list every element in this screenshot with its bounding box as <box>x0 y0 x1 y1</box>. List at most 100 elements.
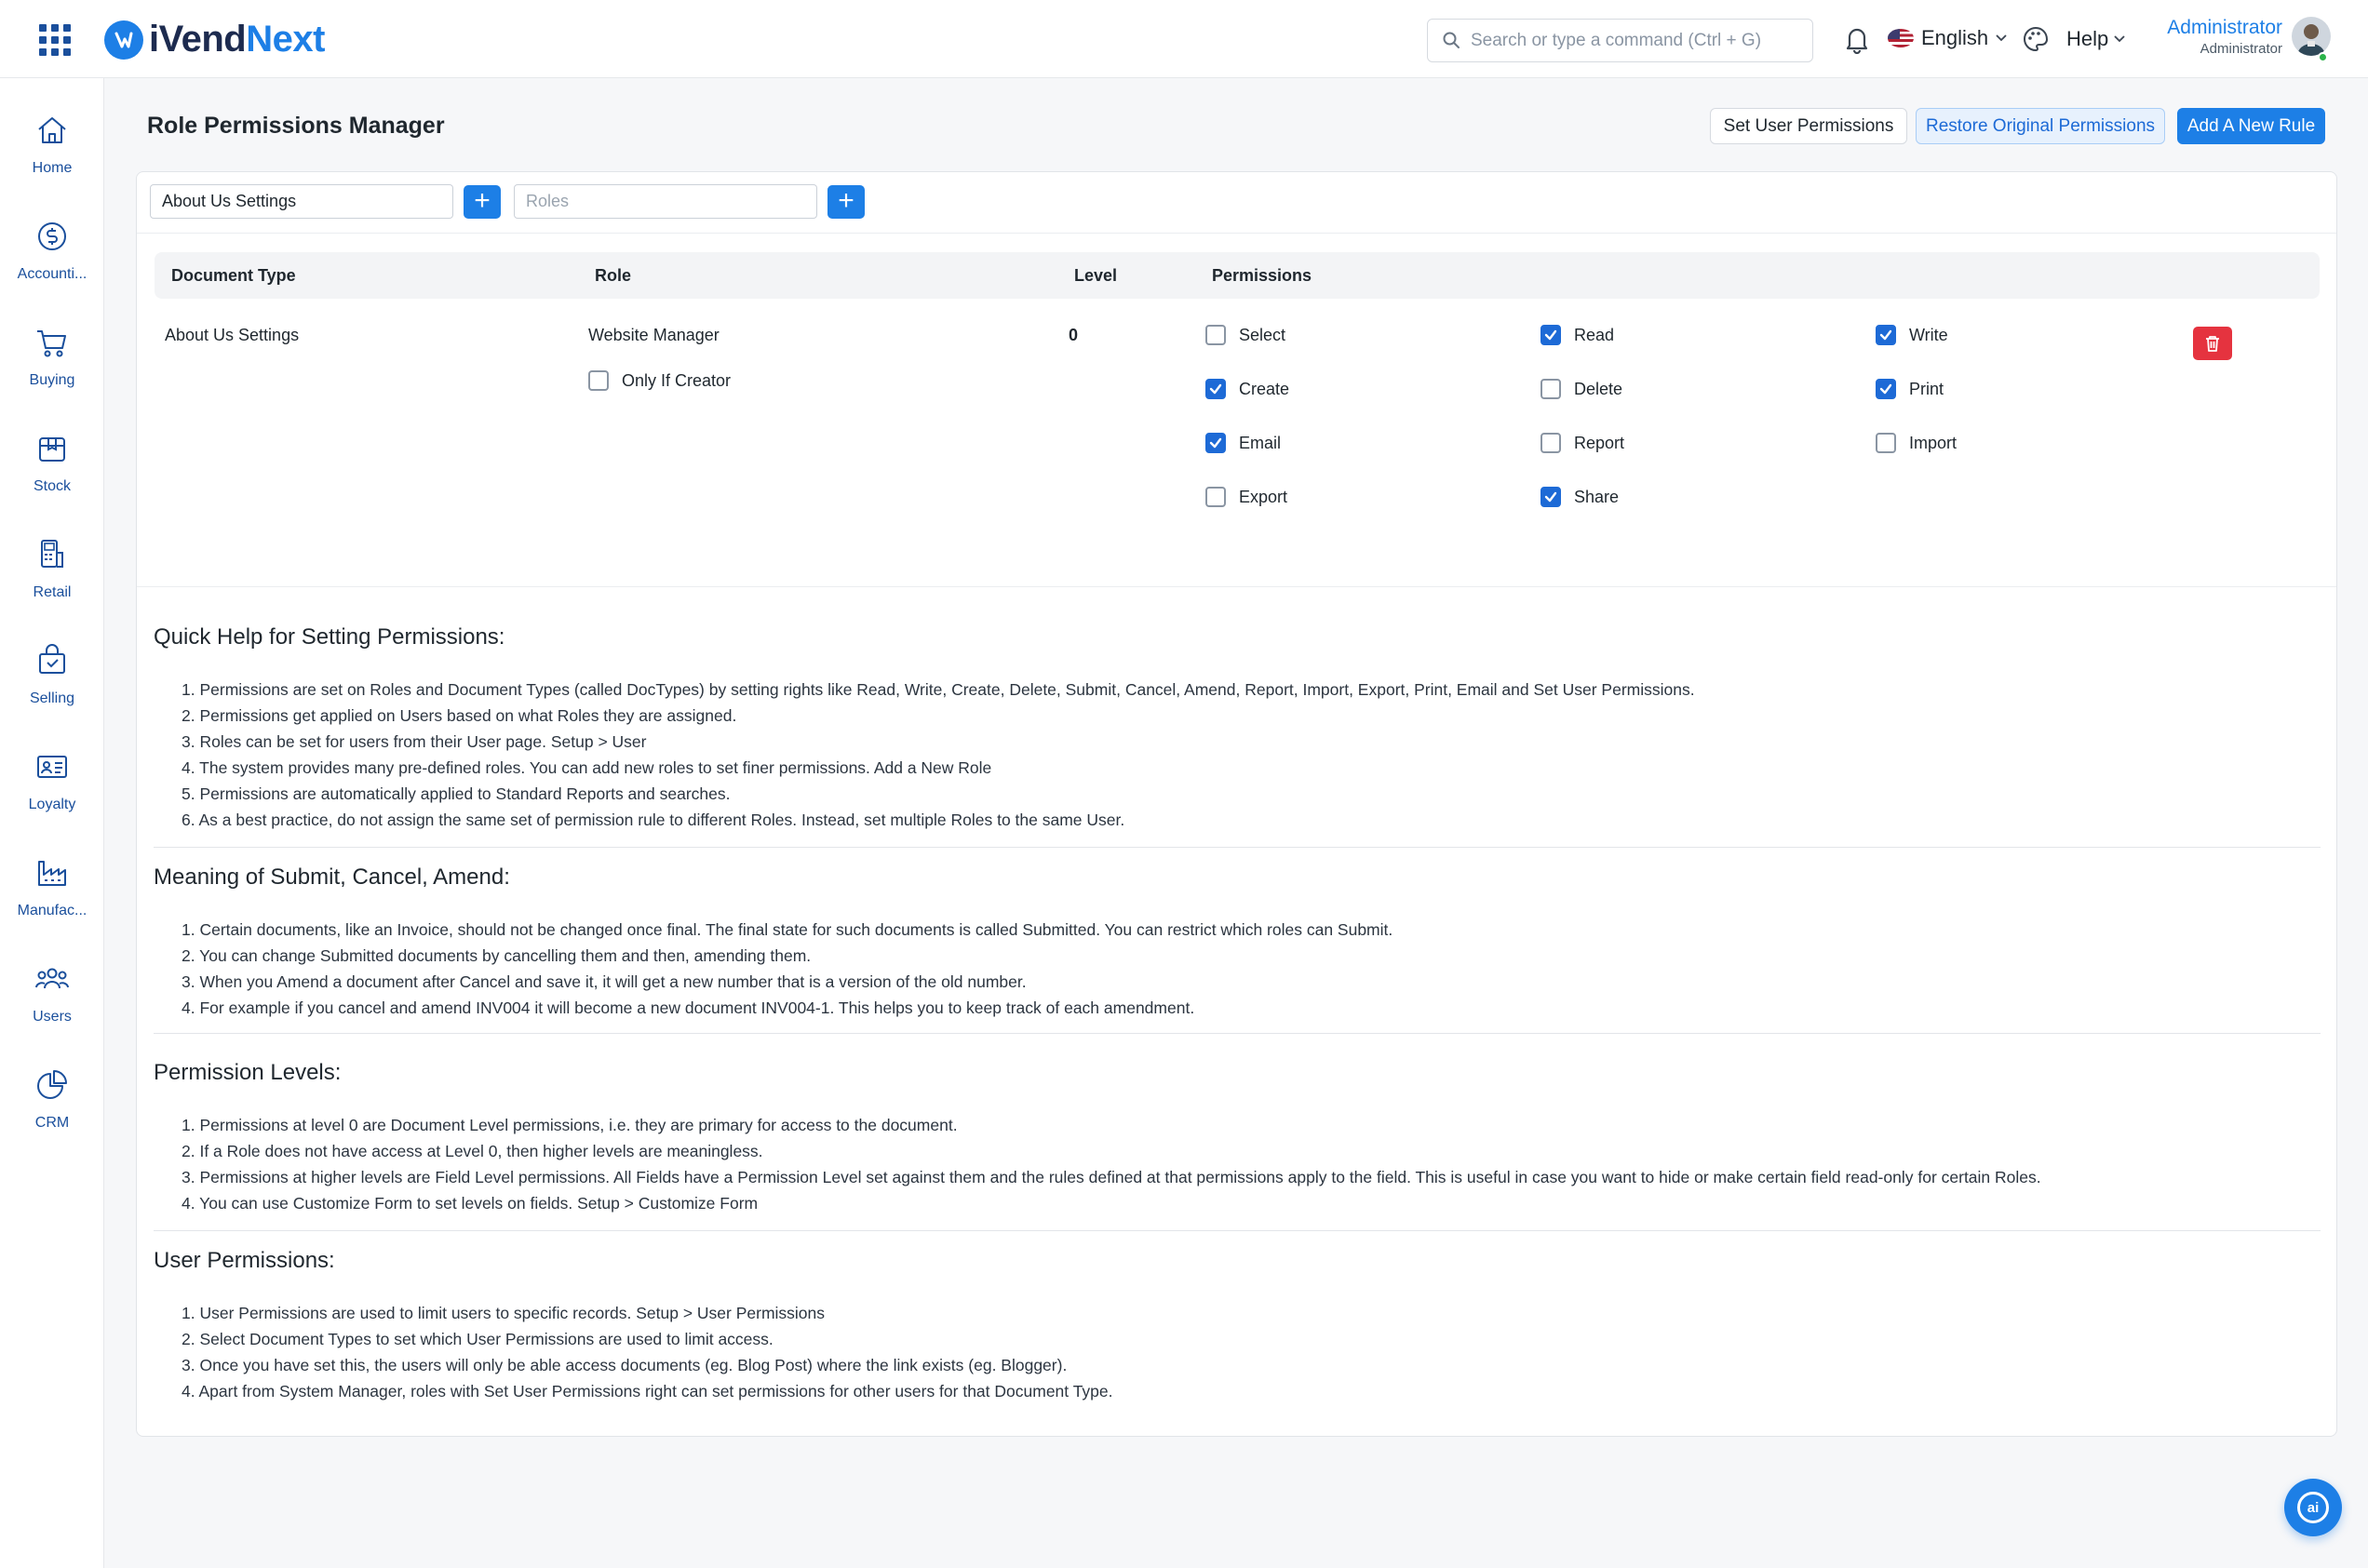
section-divider <box>154 1230 2321 1231</box>
trash-icon <box>2206 336 2219 352</box>
sidebar-item-label: Loyalty <box>28 797 76 812</box>
logo-text-right: Next <box>246 19 325 60</box>
add-new-rule-button[interactable]: Add A New Rule <box>2177 108 2325 144</box>
user-name: Administrator <box>2167 17 2282 38</box>
help-list: 1. Permissions are set on Roles and Docu… <box>154 677 2321 833</box>
permission-checkbox-email[interactable]: Email <box>1205 433 1281 453</box>
pos-icon <box>41 540 63 568</box>
help-list-item: 2. If a Role does not have access at Lev… <box>182 1142 763 1160</box>
sidebar-item-buying[interactable]: Buying <box>0 324 104 417</box>
help-list-item: 3. Once you have set this, the users wil… <box>182 1356 1068 1374</box>
help-list: 1. User Permissions are used to limit us… <box>154 1300 2321 1404</box>
permission-checkbox-print[interactable]: Print <box>1876 379 1944 399</box>
permission-label: Report <box>1574 433 1625 452</box>
avatar[interactable] <box>2292 17 2331 56</box>
sidebar-item-label: Manufac... <box>17 903 87 918</box>
restore-original-permissions-button[interactable]: Restore Original Permissions <box>1916 108 2165 144</box>
sidebar-item-selling[interactable]: Selling <box>0 642 104 735</box>
permission-checkbox-report[interactable]: Report <box>1541 433 1624 453</box>
permission-checkbox-share[interactable]: Share <box>1541 487 1619 507</box>
help-section-title: Meaning of Submit, Cancel, Amend: <box>154 864 510 890</box>
permission-checkbox-import[interactable]: Import <box>1876 433 1957 453</box>
permission-label: Read <box>1574 325 1615 344</box>
home-icon <box>38 117 66 143</box>
section-divider <box>154 1033 2321 1034</box>
sidebar-item-retail[interactable]: Retail <box>0 536 104 629</box>
id-card-icon <box>37 756 67 778</box>
permission-label: Email <box>1239 433 1282 452</box>
ai-icon: ai <box>2297 1492 2329 1523</box>
delete-rule-button[interactable] <box>2193 327 2232 360</box>
search-bar[interactable]: Search or type a command (Ctrl + G) <box>1427 19 1813 62</box>
sidebar-item-manufacturing[interactable]: Manufac... <box>0 854 104 947</box>
help-list-item: 1. User Permissions are used to limit us… <box>182 1304 826 1322</box>
pie-chart-icon <box>37 1070 67 1099</box>
notification-bell-icon[interactable] <box>1843 24 1871 54</box>
help-section: Meaning of Submit, Cancel, Amend: 1. Cert… <box>154 864 2321 1021</box>
permission-checkbox-export[interactable]: Export <box>1205 487 1287 507</box>
users-icon <box>35 968 69 989</box>
permission-label: Share <box>1574 487 1620 506</box>
apps-grid-icon[interactable] <box>39 24 71 56</box>
add-role-button[interactable]: + <box>827 185 865 219</box>
help-section: User Permissions: 1. User Permissions are… <box>154 1248 2321 1404</box>
document-type-filter-input[interactable] <box>150 184 453 219</box>
row-role: Website Manager <box>588 326 720 344</box>
filter-bar: + + <box>137 172 2336 234</box>
sidebar-item-label: CRM <box>34 1115 70 1131</box>
ai-assistant-button[interactable]: ai <box>2284 1479 2342 1536</box>
row-divider <box>137 586 2336 587</box>
permission-checkbox-delete[interactable]: Delete <box>1541 379 1622 399</box>
sidebar-item-crm[interactable]: CRM <box>0 1066 104 1159</box>
sidebar-item-label: Selling <box>29 690 75 706</box>
sidebar-item-home[interactable]: Home <box>0 112 104 205</box>
column-header-document-type: Document Type <box>171 266 296 285</box>
permission-checkbox-create[interactable]: Create <box>1205 379 1289 399</box>
online-status-indicator <box>2318 52 2328 62</box>
sidebar-item-stock[interactable]: Stock <box>0 430 104 523</box>
checkbox-box <box>1541 379 1561 399</box>
app-logo[interactable]: iVendNext <box>104 19 325 60</box>
only-if-creator-checkbox[interactable]: Only If Creator <box>588 370 731 391</box>
help-menu[interactable]: Help <box>2066 27 2125 51</box>
search-icon <box>1443 32 1460 48</box>
logo-text-left: iVend <box>149 19 247 60</box>
add-document-type-button[interactable]: + <box>464 185 501 219</box>
us-flag-icon <box>1888 29 1914 47</box>
user-menu[interactable]: Administrator Administrator <box>2150 17 2282 57</box>
permission-checkbox-read[interactable]: Read <box>1541 325 1614 345</box>
checkbox-box <box>1876 433 1896 453</box>
roles-filter-input[interactable] <box>514 184 817 219</box>
sidebar-item-loyalty[interactable]: Loyalty <box>0 748 104 841</box>
bag-icon <box>39 644 65 674</box>
help-list-item: 1. Permissions at level 0 are Document L… <box>182 1116 958 1134</box>
help-list-item: 1. Certain documents, like an Invoice, s… <box>182 920 1393 939</box>
page-title: Role Permissions Manager <box>147 113 445 139</box>
help-label: Help <box>2066 27 2109 50</box>
sidebar-item-users[interactable]: Users <box>0 960 104 1053</box>
help-list: 1. Certain documents, like an Invoice, s… <box>154 917 2321 1021</box>
language-label: English <box>1921 26 1989 49</box>
theme-palette-icon[interactable] <box>2022 25 2050 53</box>
language-selector[interactable]: English <box>1888 26 2007 50</box>
search-placeholder: Search or type a command (Ctrl + G) <box>1471 30 1762 50</box>
permission-label: Export <box>1239 487 1288 506</box>
column-header-level: Level <box>1074 266 1118 285</box>
help-list-item: 3. Roles can be set for users from their… <box>182 732 647 751</box>
help-list-item: 2. Permissions get applied on Users base… <box>182 706 737 725</box>
row-level: 0 <box>1069 326 1079 344</box>
checkbox-box <box>1205 325 1226 345</box>
help-list-item: 3. Permissions at higher levels are Fiel… <box>182 1168 2041 1186</box>
set-user-permissions-button[interactable]: Set User Permissions <box>1710 108 1907 144</box>
checkbox-box <box>1876 379 1896 399</box>
permission-label: Select <box>1239 325 1286 344</box>
permission-label: Print <box>1909 379 1944 398</box>
permission-checkbox-select[interactable]: Select <box>1205 325 1285 345</box>
sidebar-item-accounting[interactable]: Accounti... <box>0 218 104 311</box>
permission-checkbox-write[interactable]: Write <box>1876 325 1948 345</box>
help-list-item: 2. Select Document Types to set which Us… <box>182 1330 774 1348</box>
checkbox-box <box>1205 487 1226 507</box>
checkbox-box <box>1541 325 1561 345</box>
help-list-item: 4. You can use Customize Form to set lev… <box>182 1194 759 1213</box>
help-list-item: 5. Permissions are automatically applied… <box>182 784 731 803</box>
